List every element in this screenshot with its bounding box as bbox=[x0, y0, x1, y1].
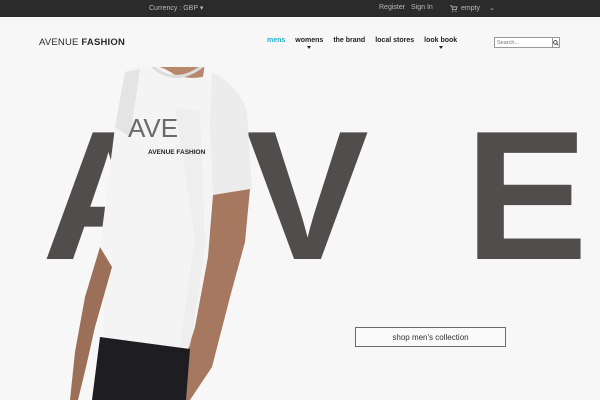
nav-item-local-stores[interactable]: local stores bbox=[375, 37, 414, 44]
register-link[interactable]: Register bbox=[379, 4, 405, 11]
top-utility-bar: Currency : GBP ▾ Register Sign In empty … bbox=[0, 0, 600, 17]
hero-banner: A V E AVE AVENUE FASHION shop men's coll… bbox=[0, 67, 600, 400]
logo-light-text: AVENUE bbox=[39, 37, 79, 48]
nav-label: the brand bbox=[333, 37, 366, 44]
cart-icon bbox=[450, 4, 458, 12]
currency-selector[interactable]: Currency : GBP ▾ bbox=[149, 4, 203, 12]
site-logo[interactable]: AVENUE FASHION bbox=[39, 37, 125, 48]
main-nav: mens womens the brand local stores look … bbox=[267, 37, 467, 49]
caret-down-icon bbox=[438, 46, 443, 49]
nav-item-womens[interactable]: womens bbox=[295, 37, 324, 49]
search-input[interactable] bbox=[494, 37, 553, 48]
nav-label: look book bbox=[424, 37, 458, 44]
sign-in-link[interactable]: Sign In bbox=[411, 4, 433, 11]
cart-status: empty bbox=[461, 4, 481, 12]
shirt-print-letters: AVE bbox=[128, 113, 178, 143]
hero-model-image: AVE AVENUE FASHION bbox=[70, 67, 252, 400]
nav-label: local stores bbox=[375, 37, 415, 44]
shop-mens-collection-button[interactable]: shop men's collection bbox=[355, 327, 506, 347]
chevron-down-icon: ⌄ bbox=[489, 5, 495, 12]
search-button[interactable] bbox=[553, 37, 560, 48]
nav-label: mens bbox=[267, 37, 286, 44]
logo-bold-text: FASHION bbox=[81, 37, 126, 48]
nav-item-look-book[interactable]: look book bbox=[424, 37, 458, 49]
search-box bbox=[494, 37, 560, 48]
nav-item-the-brand[interactable]: the brand bbox=[333, 37, 365, 44]
currency-label: Currency : GBP bbox=[149, 5, 198, 12]
nav-item-mens[interactable]: mens bbox=[267, 37, 285, 44]
cart-dropdown[interactable]: empty ⌄ bbox=[450, 4, 495, 12]
search-icon bbox=[553, 39, 559, 46]
caret-down-icon bbox=[307, 46, 312, 49]
nav-label: womens bbox=[295, 37, 324, 44]
shirt-print-text: AVENUE FASHION bbox=[148, 149, 206, 156]
site-header: AVENUE FASHION mens womens the brand loc… bbox=[0, 17, 600, 67]
